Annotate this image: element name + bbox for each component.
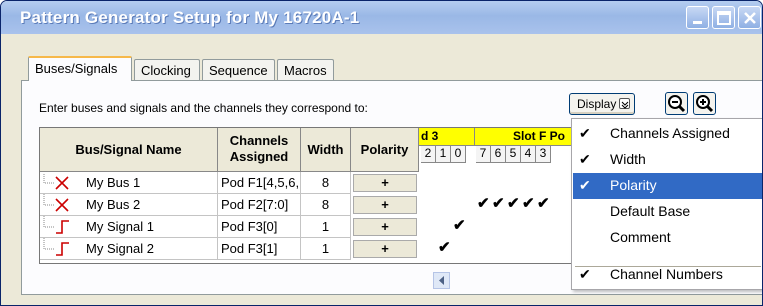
maximize-button[interactable] [712,6,735,29]
bus-icon [43,194,69,212]
bit-label: 0 [451,146,466,163]
header-width[interactable]: Width [301,128,351,172]
chevron-down-icon [619,98,630,109]
bit-label: 2 [421,146,436,163]
signal-icon [43,216,69,234]
row-width[interactable]: 8 [301,194,351,216]
bus-signal-grid: Bus/Signal Name Channels Assigned Width … [39,127,579,264]
menu-item-label: Polarity [610,177,657,193]
row-polarity-button[interactable]: + [353,240,417,258]
row-channels[interactable]: Pod F2[7:0] [218,194,301,216]
slot-header-f: Slot F Po [475,128,578,146]
bus-icon [43,174,69,190]
channel-check-icon[interactable]: ✔ [477,194,490,212]
header-channels-assigned[interactable]: Channels Assigned [218,128,301,172]
bit-label: 4 [521,146,536,163]
menu-item-label: Channel Numbers [610,266,723,282]
scroll-left-button[interactable] [433,272,450,289]
tab-buses-signals[interactable]: Buses/Signals [28,56,132,81]
menu-item-channels-assigned[interactable]: ✔ Channels Assigned [573,121,762,147]
row-name: My Bus 1 [86,175,141,190]
check-icon: ✔ [579,125,591,141]
maximize-icon [717,11,731,25]
minimize-icon [693,21,702,24]
signal-icon [43,238,69,256]
row-name-cell[interactable]: My Bus 2 [40,194,218,216]
row-name: My Bus 2 [86,197,141,212]
menu-item-width[interactable]: ✔ Width [573,147,762,173]
display-menu: ✔ Channels Assigned ✔ Width ✔ Polarity D… [571,118,762,290]
channel-check-icon[interactable]: ✔ [522,194,535,212]
row-channels[interactable]: Pod F1[4,5,6, [218,172,301,194]
check-icon: ✔ [579,177,591,193]
zoom-out-button[interactable] [665,92,688,115]
menu-item-channel-numbers[interactable]: ✔ Channel Numbers [573,262,762,288]
channel-check-icon[interactable]: ✔ [438,238,451,256]
row-channels[interactable]: Pod F3[0] [218,216,301,238]
row-name: My Signal 2 [86,241,154,256]
menu-item-label: Channels Assigned [610,125,730,141]
bit-label: 5 [506,146,521,163]
display-label: Display [577,97,617,111]
channel-check-icon[interactable]: ✔ [453,216,466,234]
tab-clocking[interactable]: Clocking [134,59,200,81]
pattern-generator-window: Pattern Generator Setup for My 16720A-1 … [0,0,763,306]
check-icon: ✔ [579,266,591,282]
bit-label: 6 [491,146,506,163]
row-name: My Signal 1 [86,219,154,234]
slot-header-partial: d 3 [419,128,475,146]
header-channels-line2: Assigned [229,149,289,164]
bit-label: 7 [476,146,491,163]
row-width[interactable]: 1 [301,216,351,238]
row-width[interactable]: 8 [301,172,351,194]
channel-check-icon[interactable]: ✔ [507,194,520,212]
close-icon [744,12,756,24]
row-polarity-button[interactable]: + [353,218,417,236]
row-name-cell[interactable]: My Signal 1 [40,216,218,238]
tab-macros[interactable]: Macros [277,59,334,81]
row-channels[interactable]: Pod F3[1] [218,238,301,260]
tab-sequence[interactable]: Sequence [202,59,275,81]
bit-label: 3 [536,146,551,163]
window-title: Pattern Generator Setup for My 16720A-1 [20,8,360,27]
check-icon: ✔ [579,151,591,167]
row-name-cell[interactable]: My Bus 1 [40,172,218,194]
row-width[interactable]: 1 [301,238,351,260]
title-bar[interactable]: Pattern Generator Setup for My 16720A-1 [1,1,762,34]
channel-check-icon[interactable]: ✔ [492,194,505,212]
menu-item-default-base[interactable]: Default Base [573,199,762,225]
menu-item-label: Comment [610,229,671,245]
channel-check-icon[interactable]: ✔ [537,194,550,212]
row-polarity-button[interactable]: + [353,196,417,214]
menu-item-comment[interactable]: Comment [573,225,762,251]
header-bus-signal-name[interactable]: Bus/Signal Name [40,128,218,172]
header-polarity[interactable]: Polarity [351,128,419,172]
close-button[interactable] [738,6,761,29]
minimize-button[interactable] [686,6,709,29]
row-name-cell[interactable]: My Signal 2 [40,238,218,260]
menu-item-label: Width [610,151,646,167]
instruction-text: Enter buses and signals and the channels… [39,101,368,115]
menu-item-polarity[interactable]: ✔ Polarity [573,173,762,199]
zoom-in-button[interactable] [693,92,716,115]
header-channels-line1: Channels [229,133,289,148]
display-dropdown-button[interactable]: Display [569,93,635,115]
row-polarity-button[interactable]: + [353,174,417,192]
zoom-out-icon [668,95,686,113]
bit-label: 1 [436,146,451,163]
zoom-in-icon [696,95,714,113]
scroll-left-icon [439,276,444,285]
menu-item-label: Default Base [610,203,691,219]
